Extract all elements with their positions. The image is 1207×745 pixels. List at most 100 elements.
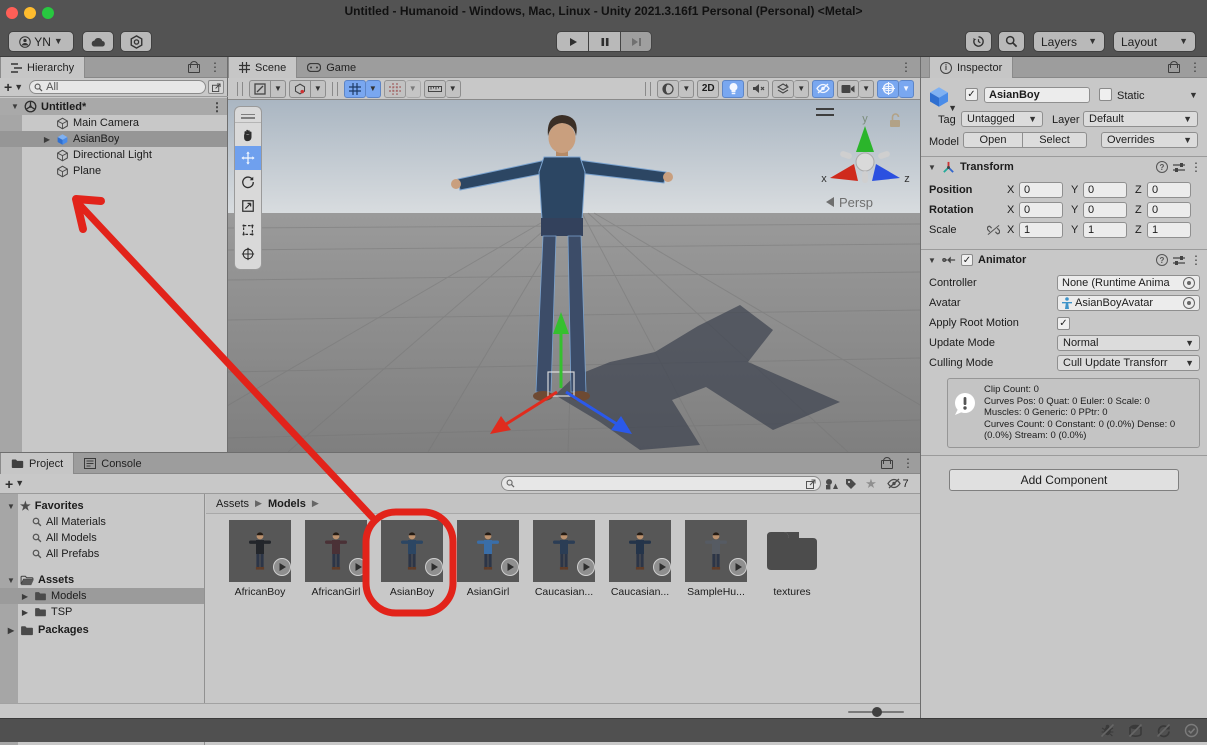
- hand-tool-button[interactable]: [235, 122, 261, 146]
- object-picker-icon[interactable]: [1183, 297, 1195, 309]
- foldout-open-icon[interactable]: ▼: [927, 163, 937, 172]
- hierarchy-search-input[interactable]: All: [29, 80, 206, 94]
- minimize-window-button[interactable]: [24, 7, 36, 19]
- tab-console[interactable]: Console: [74, 453, 151, 474]
- drag-handle[interactable]: [332, 82, 338, 96]
- scale-x-field[interactable]: 1: [1019, 222, 1063, 238]
- rect-tool-button[interactable]: [235, 218, 261, 242]
- foldout-open-icon[interactable]: ▼: [6, 502, 16, 511]
- breadcrumb-assets[interactable]: Assets: [216, 498, 249, 510]
- gameobject-name-field[interactable]: AsianBoy: [984, 87, 1090, 103]
- breadcrumb-models[interactable]: Models: [268, 498, 306, 510]
- scale-y-field[interactable]: 1: [1083, 222, 1127, 238]
- shading-mode-dropdown[interactable]: ▼: [679, 80, 694, 98]
- asset-tile[interactable]: Caucasian...: [602, 520, 678, 598]
- transform-tool-button[interactable]: [235, 242, 261, 266]
- layout-dropdown[interactable]: Layout ▼: [1113, 31, 1196, 52]
- grid-snap-dropdown[interactable]: ▼: [406, 80, 421, 98]
- search-by-type-button[interactable]: [821, 475, 841, 493]
- snap-increment-button[interactable]: [424, 80, 446, 98]
- pivot-dropdown[interactable]: ▼: [311, 80, 326, 98]
- drag-handle[interactable]: [237, 82, 243, 96]
- favorites-filter-button[interactable]: ★: [861, 475, 881, 493]
- chevron-down-icon[interactable]: ▼: [14, 83, 23, 92]
- grid-visibility-dropdown[interactable]: ▼: [366, 80, 381, 98]
- tree-tsp-row[interactable]: ▶ TSP: [0, 604, 204, 620]
- move-tool-button[interactable]: [235, 146, 261, 170]
- effects-dropdown[interactable]: ▼: [794, 80, 809, 98]
- asset-tile[interactable]: SampleHu...: [678, 520, 754, 598]
- pause-button[interactable]: [588, 31, 620, 52]
- hierarchy-item-main-camera[interactable]: Main Camera: [0, 115, 227, 131]
- tab-project[interactable]: Project: [0, 453, 74, 474]
- model-open-button[interactable]: Open: [963, 132, 1023, 148]
- zoom-window-button[interactable]: [42, 7, 54, 19]
- scale-tool-button[interactable]: [235, 194, 261, 218]
- open-window-button[interactable]: [208, 80, 224, 94]
- chevron-down-icon[interactable]: ▼: [948, 104, 957, 113]
- kebab-menu-icon[interactable]: ⋮: [1190, 253, 1202, 267]
- hierarchy-item-asianboy[interactable]: ▶ AsianBoy: [0, 131, 227, 147]
- lock-icon[interactable]: [881, 457, 892, 469]
- kebab-menu-icon[interactable]: ⋮: [211, 100, 223, 114]
- slider-thumb[interactable]: [872, 707, 882, 717]
- create-menu-button[interactable]: +: [5, 476, 13, 492]
- overrides-dropdown[interactable]: Overrides▼: [1101, 132, 1198, 148]
- rotation-z-field[interactable]: 0: [1147, 202, 1191, 218]
- position-z-field[interactable]: 0: [1147, 182, 1191, 198]
- preview-play-icon[interactable]: [654, 559, 671, 576]
- rotation-y-field[interactable]: 0: [1083, 202, 1127, 218]
- position-y-field[interactable]: 0: [1083, 182, 1127, 198]
- kebab-menu-icon[interactable]: ⋮: [902, 456, 914, 470]
- favorites-all-models[interactable]: All Models: [0, 530, 204, 546]
- preview-play-icon[interactable]: [274, 559, 291, 576]
- tree-assets-row[interactable]: ▼ Assets: [0, 572, 204, 588]
- tab-scene[interactable]: Scene: [228, 57, 297, 78]
- grid-snap-button[interactable]: [384, 80, 406, 98]
- rotation-x-field[interactable]: 0: [1019, 202, 1063, 218]
- scene-lighting-button[interactable]: [722, 80, 744, 98]
- hierarchy-item-plane[interactable]: Plane: [0, 163, 227, 179]
- hierarchy-item-directional-light[interactable]: Directional Light: [0, 147, 227, 163]
- presets-icon[interactable]: [1173, 255, 1185, 266]
- kebab-menu-icon[interactable]: ⋮: [900, 60, 912, 74]
- static-checkbox[interactable]: [1099, 88, 1112, 101]
- project-search-input[interactable]: [501, 476, 821, 491]
- asset-tile-asianboy[interactable]: AsianBoy: [374, 520, 450, 598]
- undo-history-button[interactable]: [965, 31, 992, 52]
- foldout-closed-icon[interactable]: ▶: [6, 626, 16, 635]
- audio-mute-button[interactable]: [747, 80, 769, 98]
- tag-dropdown[interactable]: Untagged▼: [961, 111, 1043, 127]
- account-button[interactable]: YN ▼: [8, 31, 74, 52]
- link-broken-icon[interactable]: [987, 224, 1000, 236]
- add-component-button[interactable]: Add Component: [949, 469, 1179, 491]
- animator-enabled-checkbox[interactable]: ✓: [961, 254, 973, 266]
- foldout-closed-icon[interactable]: ▶: [42, 135, 52, 144]
- tree-models-row[interactable]: ▶ Models: [0, 588, 204, 604]
- foldout-open-icon[interactable]: ▼: [6, 576, 16, 585]
- presets-icon[interactable]: [1173, 162, 1185, 173]
- snap-increment-dropdown[interactable]: ▼: [446, 80, 461, 98]
- 2d-toggle-button[interactable]: 2D: [697, 80, 719, 98]
- pivot-button[interactable]: [289, 80, 311, 98]
- lock-icon[interactable]: [1168, 61, 1179, 73]
- controller-object-field[interactable]: None (Runtime Anima: [1057, 275, 1200, 291]
- tree-packages-row[interactable]: ▶ Packages: [0, 622, 204, 638]
- object-picker-icon[interactable]: [1183, 277, 1195, 289]
- plastic-scm-button[interactable]: [120, 31, 152, 52]
- hidden-packages-button[interactable]: 7: [881, 475, 915, 493]
- animator-header[interactable]: ▼ ✓ Animator ? ⋮: [921, 250, 1207, 270]
- lock-icon[interactable]: [188, 61, 199, 73]
- effects-button[interactable]: [772, 80, 794, 98]
- overlay-drag-handle[interactable]: [235, 110, 261, 122]
- favorites-all-prefabs[interactable]: All Prefabs: [0, 546, 204, 562]
- culling-mode-dropdown[interactable]: Cull Update Transforr▼: [1057, 355, 1200, 371]
- kebab-menu-icon[interactable]: ⋮: [1190, 160, 1202, 174]
- gizmos-dropdown[interactable]: ▼: [899, 80, 914, 98]
- hierarchy-scene-row[interactable]: ▼ Untitled* ⋮: [0, 98, 227, 115]
- gizmos-button[interactable]: [877, 80, 899, 98]
- position-x-field[interactable]: 0: [1019, 182, 1063, 198]
- tool-context-dropdown[interactable]: ▼: [271, 80, 286, 98]
- preview-play-icon[interactable]: [730, 559, 747, 576]
- asset-tile[interactable]: AfricanGirl: [298, 520, 374, 598]
